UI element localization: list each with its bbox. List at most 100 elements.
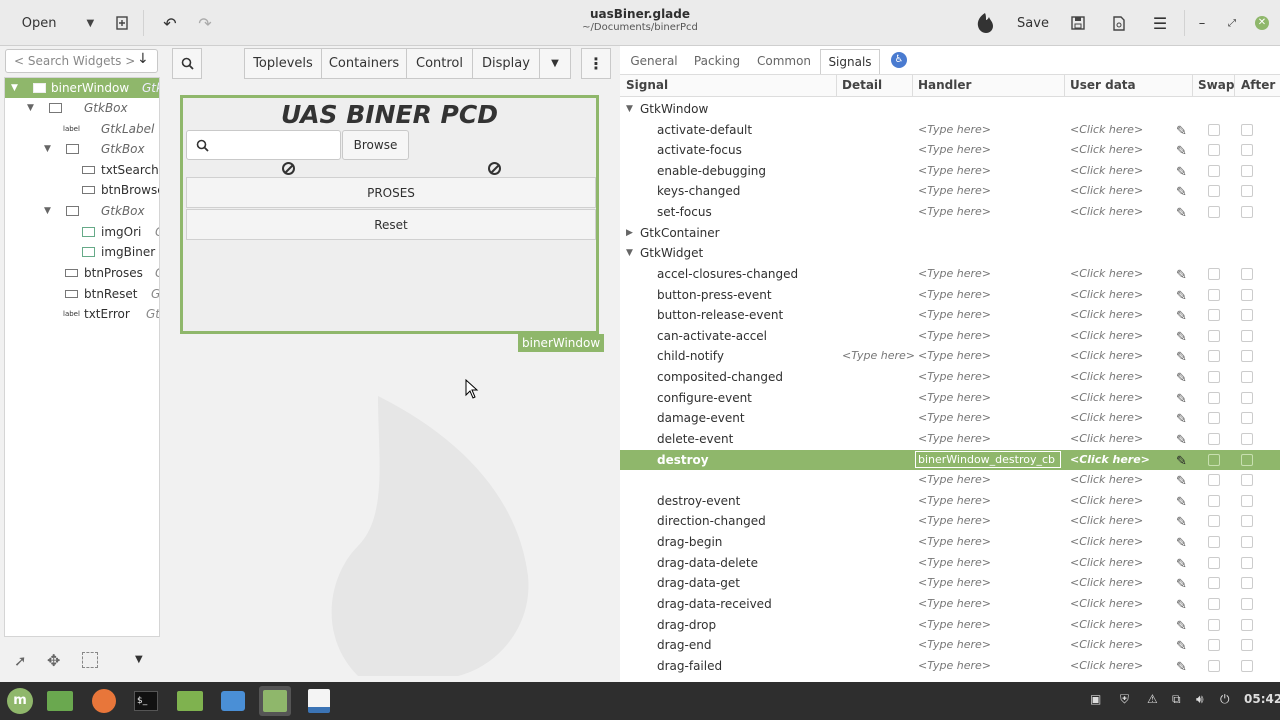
tree-row[interactable]: imgOri G <box>5 222 159 242</box>
after-checkbox[interactable] <box>1241 660 1253 672</box>
user-data-placeholder[interactable]: <Click here> <box>1070 140 1143 160</box>
user-data-placeholder[interactable]: <Click here> <box>1070 264 1143 284</box>
signal-row[interactable]: activate-default <Type here> <Click here> ✎ <box>620 120 1280 140</box>
txt-search-entry[interactable] <box>186 130 341 160</box>
signal-row[interactable]: accel-closures-changed <Type here> <Click … <box>620 264 1280 284</box>
edit-pencil-icon[interactable]: ✎ <box>1176 163 1187 183</box>
network-tray-icon[interactable]: ⧉ <box>1172 692 1181 707</box>
swap-checkbox[interactable] <box>1208 392 1220 404</box>
user-data-placeholder[interactable]: <Click here> <box>1070 450 1150 470</box>
close-button[interactable]: ✕ <box>1252 8 1272 38</box>
tab-general[interactable]: General <box>624 49 684 74</box>
swap-checkbox[interactable] <box>1208 371 1220 383</box>
swap-checkbox[interactable] <box>1208 619 1220 631</box>
edit-pencil-icon[interactable]: ✎ <box>1176 431 1187 451</box>
after-checkbox[interactable] <box>1241 144 1253 156</box>
user-data-placeholder[interactable]: <Click here> <box>1070 367 1143 387</box>
after-checkbox[interactable] <box>1241 392 1253 404</box>
handler-placeholder[interactable]: <Type here> <box>918 161 991 181</box>
handler-placeholder[interactable]: <Type here> <box>918 326 991 346</box>
swap-checkbox[interactable] <box>1208 206 1220 218</box>
user-data-placeholder[interactable]: <Click here> <box>1070 326 1143 346</box>
open-button[interactable]: Open ▼ <box>8 8 108 38</box>
after-checkbox[interactable] <box>1241 206 1253 218</box>
col-user-data[interactable]: User data <box>1070 78 1136 92</box>
swap-checkbox[interactable] <box>1208 495 1220 507</box>
search-widgets-input[interactable]: < Search Widgets > <box>5 49 158 73</box>
detail-placeholder[interactable]: <Type here> <box>842 346 915 366</box>
margin-edit-icon[interactable] <box>82 652 98 668</box>
handler-placeholder[interactable]: <Type here> <box>918 635 991 655</box>
signal-group-row[interactable]: ▼ GtkWindow <box>620 99 1280 119</box>
handler-placeholder[interactable]: <Type here> <box>918 285 991 305</box>
reset-button[interactable]: Reset <box>186 209 596 240</box>
signal-row[interactable]: keys-changed <Type here> <Click here> ✎ <box>620 181 1280 201</box>
tree-row[interactable]: ▼ GtkBox <box>5 139 159 159</box>
swap-checkbox[interactable] <box>1208 165 1220 177</box>
drag-resize-icon[interactable]: ✥ <box>47 651 60 670</box>
user-data-placeholder[interactable]: <Click here> <box>1070 573 1143 593</box>
missing-image-icon[interactable] <box>282 162 295 175</box>
signal-row[interactable]: drag-end <Type here> <Click here> ✎ <box>620 635 1280 655</box>
collapse-arrow-icon[interactable]: ▼ <box>626 99 633 119</box>
user-data-placeholder[interactable]: <Click here> <box>1070 635 1143 655</box>
edit-pencil-icon[interactable]: ✎ <box>1176 369 1187 389</box>
signal-group-row[interactable]: ▶ GtkContainer <box>620 223 1280 243</box>
power-tray-icon[interactable]: ⏻ <box>1220 692 1230 707</box>
edit-pencil-icon[interactable]: ✎ <box>1176 287 1187 307</box>
handler-placeholder[interactable]: <Type here> <box>918 656 991 676</box>
swap-checkbox[interactable] <box>1208 660 1220 672</box>
handler-placeholder[interactable]: <Type here> <box>918 388 991 408</box>
after-checkbox[interactable] <box>1241 433 1253 445</box>
undo-button[interactable]: ↶ <box>156 8 184 38</box>
window-title-label[interactable]: UAS BINER PCD <box>183 100 596 129</box>
edit-pencil-icon[interactable]: ✎ <box>1176 534 1187 554</box>
tree-row[interactable]: btnReset G <box>5 284 159 304</box>
tab-packing[interactable]: Packing <box>688 49 746 74</box>
edit-pencil-icon[interactable]: ✎ <box>1176 348 1187 368</box>
signal-row[interactable]: destroy-event <Type here> <Click here> ✎ <box>620 491 1280 511</box>
after-checkbox[interactable] <box>1241 309 1253 321</box>
swap-checkbox[interactable] <box>1208 454 1220 466</box>
save-as-button[interactable] <box>1064 8 1092 38</box>
preview-button[interactable] <box>1105 8 1133 38</box>
expand-arrow-icon[interactable]: ▼ <box>11 78 18 98</box>
handler-input[interactable]: binerWindow_destroy_cb <box>915 451 1061 468</box>
after-checkbox[interactable] <box>1241 577 1253 589</box>
shield-tray-icon[interactable]: ⛨ <box>1120 692 1129 707</box>
browse-button[interactable]: Browse <box>342 130 409 160</box>
mint-menu-icon[interactable]: m <box>4 686 36 716</box>
signal-row[interactable]: <Type here> <Click here> ✎ <box>620 470 1280 490</box>
signal-row[interactable]: button-press-event <Type here> <Click here… <box>620 285 1280 305</box>
sort-down-icon[interactable]: ↓ <box>137 51 149 67</box>
col-detail[interactable]: Detail <box>842 78 882 92</box>
col-swap[interactable]: Swap <box>1198 78 1234 92</box>
clock[interactable]: 05:42 <box>1244 692 1280 706</box>
camera-tray-icon[interactable]: ▣ <box>1090 692 1101 706</box>
signal-row[interactable]: delete-event <Type here> <Click here> ✎ <box>620 429 1280 449</box>
after-checkbox[interactable] <box>1241 330 1253 342</box>
tab-signals[interactable]: Signals <box>820 49 880 74</box>
redo-button[interactable]: ↷ <box>191 8 219 38</box>
handler-placeholder[interactable]: <Type here> <box>918 615 991 635</box>
user-data-placeholder[interactable]: <Click here> <box>1070 202 1143 222</box>
signal-row[interactable]: button-release-event <Type here> <Click he… <box>620 305 1280 325</box>
missing-image-icon[interactable] <box>488 162 501 175</box>
palette-control-button[interactable]: Control <box>406 48 473 79</box>
after-checkbox[interactable] <box>1241 619 1253 631</box>
swap-checkbox[interactable] <box>1208 330 1220 342</box>
signal-row[interactable]: configure-event <Type here> <Click here> ✎ <box>620 388 1280 408</box>
save-button[interactable]: Save <box>1012 8 1054 38</box>
tree-row[interactable]: ▼ GtkBox <box>5 201 159 221</box>
user-data-placeholder[interactable]: <Click here> <box>1070 553 1143 573</box>
after-checkbox[interactable] <box>1241 268 1253 280</box>
edit-pencil-icon[interactable]: ✎ <box>1176 493 1187 513</box>
after-checkbox[interactable] <box>1241 371 1253 383</box>
tree-row[interactable]: txtSearch <box>5 160 159 180</box>
after-checkbox[interactable] <box>1241 557 1253 569</box>
user-data-placeholder[interactable]: <Click here> <box>1070 511 1143 531</box>
user-data-placeholder[interactable]: <Click here> <box>1070 594 1143 614</box>
swap-checkbox[interactable] <box>1208 289 1220 301</box>
swap-checkbox[interactable] <box>1208 474 1220 486</box>
after-checkbox[interactable] <box>1241 639 1253 651</box>
